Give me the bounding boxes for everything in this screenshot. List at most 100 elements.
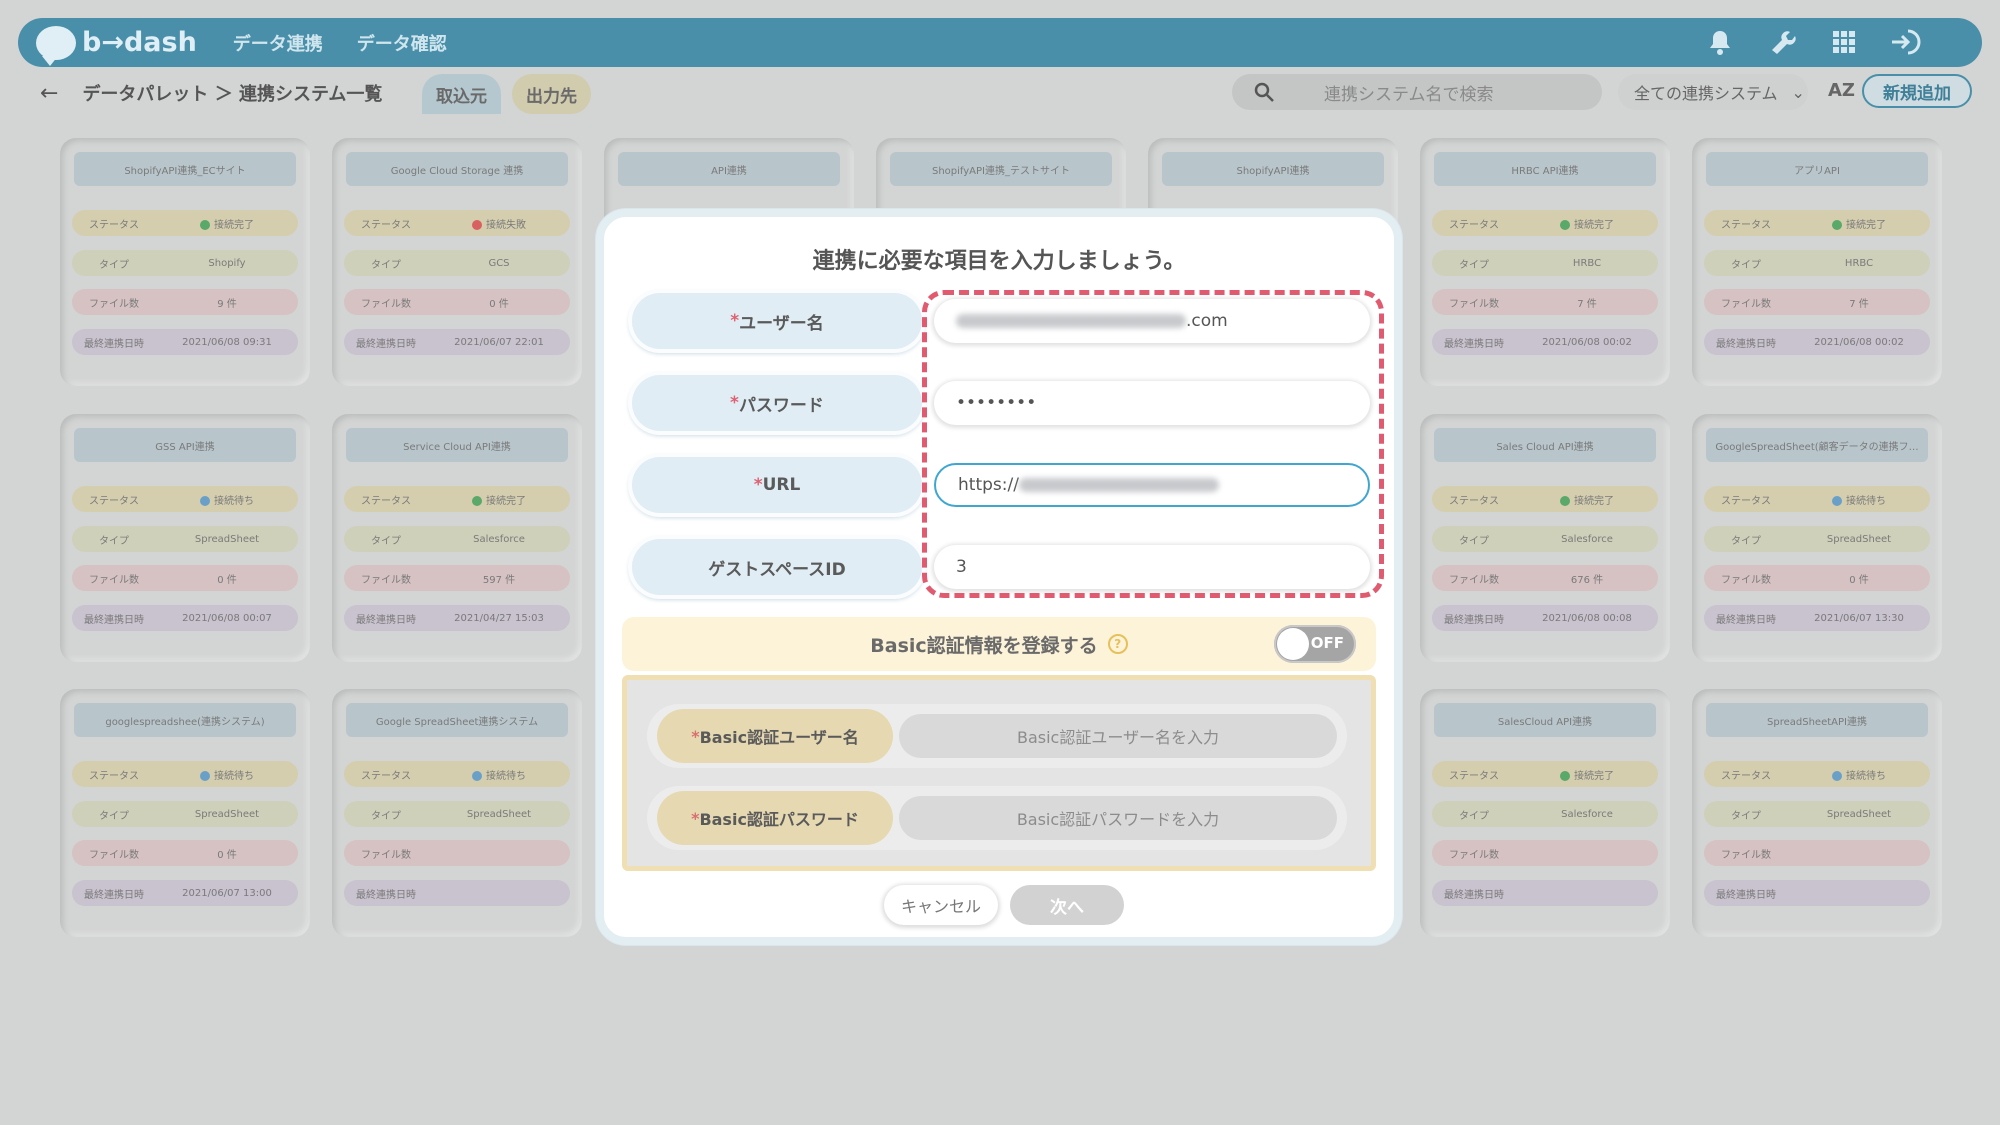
card-row-key: ステータス	[1721, 770, 1771, 782]
required-mark: *	[691, 726, 700, 746]
card-title: SpreadSheetAPI連携	[1706, 703, 1928, 737]
card-row-key: タイプ	[99, 259, 129, 271]
system-card[interactable]: SalesCloud API連携 ステータス 接続完了 タイプ Salesforce ファ…	[1420, 689, 1670, 937]
card-row-value: 2021/06/08 00:08	[1516, 613, 1658, 624]
card-row-type: タイプ Salesforce	[1432, 801, 1658, 827]
status-ok-icon	[1560, 495, 1570, 506]
username-label: * ユーザー名	[632, 293, 922, 349]
card-value-text: 接続完了	[1846, 219, 1886, 231]
card-title: Google SpreadSheet連携システム	[346, 703, 568, 737]
top-navbar: b→dash データ連携 データ確認	[18, 18, 1982, 67]
card-title: Google Cloud Storage 連携	[346, 152, 568, 186]
card-row-key: ファイル数	[89, 849, 139, 861]
card-row-status: ステータス 接続完了	[1704, 210, 1930, 236]
card-row-key: ステータス	[361, 770, 411, 782]
system-card[interactable]: ShopifyAPI連携_ECサイト ステータス 接続完了 タイプ Shopify ファイ…	[60, 138, 310, 386]
card-title: アプリAPI	[1706, 152, 1928, 186]
card-row-key: タイプ	[1459, 259, 1489, 271]
card-row-key: ファイル数	[1721, 298, 1771, 310]
card-row-key: 最終連携日時	[1716, 889, 1776, 901]
cancel-button[interactable]: キャンセル	[884, 885, 998, 925]
card-row-key: タイプ	[371, 535, 401, 547]
system-card[interactable]: Sales Cloud API連携 ステータス 接続完了 タイプ Salesforce フ…	[1420, 414, 1670, 662]
card-row-value: 接続待ち	[156, 767, 298, 782]
search-icon	[1254, 82, 1274, 102]
card-row-value: 接続完了	[1516, 216, 1658, 231]
card-row-type: タイプ GCS	[344, 250, 570, 276]
system-filter-select[interactable]: 全ての連携システム ⌄	[1618, 74, 1808, 110]
nav-data-link[interactable]: データ連携	[233, 30, 323, 56]
card-row-files: ファイル数 7 件	[1704, 289, 1930, 315]
system-card[interactable]: GoogleSpreadSheet(顧客データの連携フ… ステータス 接続待ち タイプ…	[1692, 414, 1942, 662]
required-mark: *	[730, 393, 739, 413]
card-row-key: タイプ	[99, 535, 129, 547]
highlight-dashed-frame	[922, 290, 1384, 598]
card-row-last: 最終連携日時 2021/06/08 00:02	[1704, 329, 1930, 355]
card-row-status: ステータス 接続完了	[1432, 761, 1658, 787]
card-value-text: 2021/04/27 15:03	[454, 612, 544, 624]
basic-auth-toggle[interactable]: OFF	[1274, 625, 1356, 663]
card-row-type: タイプ SpreadSheet	[72, 801, 298, 827]
required-mark: *	[753, 475, 763, 495]
system-card[interactable]: SpreadSheetAPI連携 ステータス 接続待ち タイプ SpreadSheet フ…	[1692, 689, 1942, 937]
card-row-value: 2021/06/08 00:07	[156, 613, 298, 624]
system-card[interactable]: HRBC API連携 ステータス 接続完了 タイプ HRBC ファイル数 7 件最終連携日時…	[1420, 138, 1670, 386]
required-mark: *	[691, 808, 700, 828]
next-button[interactable]: 次へ	[1010, 885, 1124, 925]
card-row-last: 最終連携日時 2021/06/07 22:01	[344, 329, 570, 355]
card-value-text: 接続待ち	[214, 495, 254, 507]
basic-auth-panel: * Basic認証ユーザー名 Basic認証ユーザー名を入力 * Basic認証パス…	[622, 675, 1376, 871]
logout-icon[interactable]	[1890, 26, 1922, 58]
card-row-key: タイプ	[371, 810, 401, 822]
card-row-value: 2021/06/08 00:02	[1788, 337, 1930, 348]
card-row-last: 最終連携日時 2021/04/27 15:03	[344, 605, 570, 631]
tab-import-source[interactable]: 取込元	[422, 74, 501, 114]
apps-grid-icon[interactable]	[1828, 26, 1860, 58]
card-row-key: ステータス	[89, 219, 139, 231]
system-card[interactable]: GSS API連携 ステータス 接続待ち タイプ SpreadSheet ファイル数 0 件…	[60, 414, 310, 662]
logo-bubble-icon	[36, 25, 76, 66]
card-value-text: Salesforce	[1561, 808, 1613, 820]
system-card[interactable]: Google Cloud Storage 連携 ステータス 接続失敗 タイプ GCS ファ…	[332, 138, 582, 386]
card-title: Sales Cloud API連携	[1434, 428, 1656, 462]
card-row-type: タイプ Salesforce	[1432, 526, 1658, 552]
sort-az-icon[interactable]: AZ	[1828, 80, 1855, 101]
basic-password-label: * Basic認証パスワード	[657, 791, 893, 845]
nav-data-check[interactable]: データ確認	[357, 30, 447, 56]
bell-icon[interactable]	[1704, 26, 1736, 58]
card-row-files: ファイル数	[344, 840, 570, 866]
wrench-icon[interactable]	[1766, 26, 1798, 58]
status-wait-icon	[472, 770, 482, 781]
system-card[interactable]: Service Cloud API連携 ステータス 接続完了 タイプ Salesforc…	[332, 414, 582, 662]
card-row-value: Salesforce	[428, 534, 570, 545]
modal-title: 連携に必要な項目を入力しましょう。	[812, 249, 1186, 274]
card-value-text: 0 件	[217, 574, 237, 586]
card-row-status: ステータス 接続失敗	[344, 210, 570, 236]
back-arrow-icon[interactable]: ←	[40, 81, 58, 106]
search-input[interactable]: 連携システム名で検索	[1232, 74, 1602, 110]
tab-output-destination[interactable]: 出力先	[512, 74, 591, 114]
add-new-button[interactable]: 新規追加	[1862, 74, 1972, 108]
card-row-value: 接続完了	[1516, 492, 1658, 507]
card-row-key: 最終連携日時	[1444, 614, 1504, 626]
system-card[interactable]: アプリAPI ステータス 接続完了 タイプ HRBC ファイル数 7 件最終連携日時 2021…	[1692, 138, 1942, 386]
card-row-key: 最終連携日時	[1716, 338, 1776, 350]
system-card[interactable]: Google SpreadSheet連携システム ステータス 接続待ち タイプ Spre…	[332, 689, 582, 937]
basic-username-input[interactable]: Basic認証ユーザー名を入力	[899, 714, 1337, 758]
card-row-key: タイプ	[1731, 259, 1761, 271]
brand-logo[interactable]: b→dash	[36, 25, 197, 66]
card-title: GoogleSpreadSheet(顧客データの連携フ…	[1706, 428, 1928, 462]
card-row-status: ステータス 接続完了	[72, 210, 298, 236]
card-row-key: ステータス	[89, 495, 139, 507]
card-title: SalesCloud API連携	[1434, 703, 1656, 737]
card-row-files: ファイル数 597 件	[344, 565, 570, 591]
basic-password-input[interactable]: Basic認証パスワードを入力	[899, 796, 1337, 840]
card-value-text: Shopify	[208, 257, 246, 269]
card-row-value: 2021/06/07 22:01	[428, 337, 570, 348]
card-row-value: GCS	[428, 258, 570, 269]
card-row-value: 597 件	[428, 571, 570, 586]
card-value-text: 0 件	[217, 849, 237, 861]
help-icon[interactable]: ?	[1107, 634, 1128, 654]
card-title: Service Cloud API連携	[346, 428, 568, 462]
system-card[interactable]: googlespreadshee(連携システム) ステータス 接続待ち タイプ Spre…	[60, 689, 310, 937]
